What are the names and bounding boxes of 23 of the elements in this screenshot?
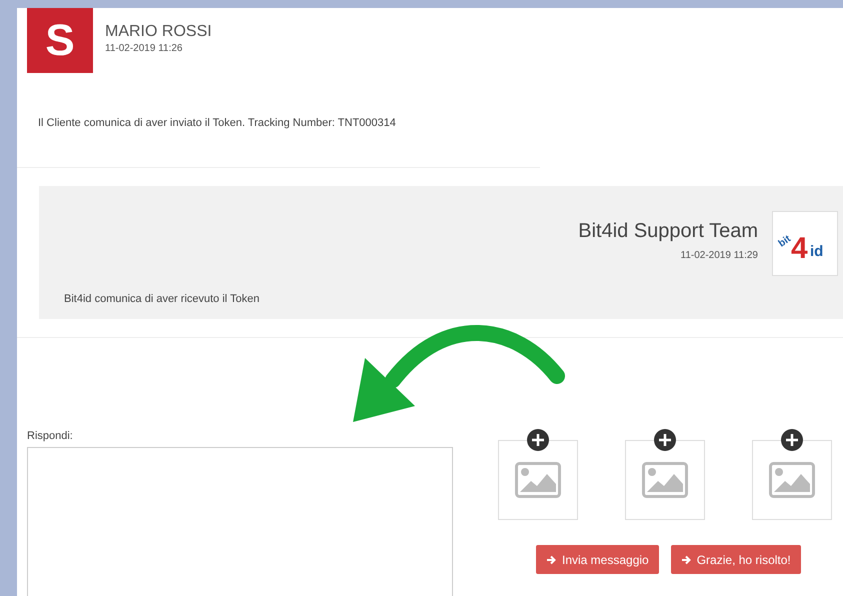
add-icon[interactable] bbox=[781, 429, 803, 451]
message-time: 11-02-2019 11:29 bbox=[680, 249, 758, 263]
image-upload-slot[interactable] bbox=[752, 440, 832, 520]
add-icon[interactable] bbox=[654, 429, 676, 451]
arrow-right-icon bbox=[680, 554, 691, 564]
image-placeholder-icon bbox=[515, 462, 561, 498]
team-logo: bit 4 id bbox=[772, 211, 838, 276]
message-text: Bit4id comunica di aver ricevuto il Token bbox=[64, 292, 260, 307]
avatar: S bbox=[27, 8, 93, 73]
author-name: Bit4id Support Team bbox=[578, 219, 758, 244]
action-button[interactable]: Invia messaggio bbox=[536, 545, 659, 574]
message-text: Il Cliente comunica di aver inviato il Token. Tracking Number: TNT000314 bbox=[38, 116, 396, 131]
image-placeholder-icon bbox=[769, 462, 815, 498]
add-icon[interactable] bbox=[527, 429, 549, 451]
image-placeholder-icon bbox=[642, 462, 688, 498]
author-name: MARIO ROSSI bbox=[105, 22, 212, 42]
action-button[interactable]: Grazie, ho risolto! bbox=[670, 545, 801, 574]
arrow-right-icon bbox=[546, 554, 556, 564]
reply-label: Rispondi: bbox=[27, 429, 74, 444]
image-upload-slot[interactable] bbox=[498, 440, 578, 520]
reply-field[interactable] bbox=[27, 446, 453, 596]
message-time: 11-02-2019 11:26 bbox=[105, 42, 182, 56]
image-upload-slot[interactable] bbox=[625, 440, 705, 520]
